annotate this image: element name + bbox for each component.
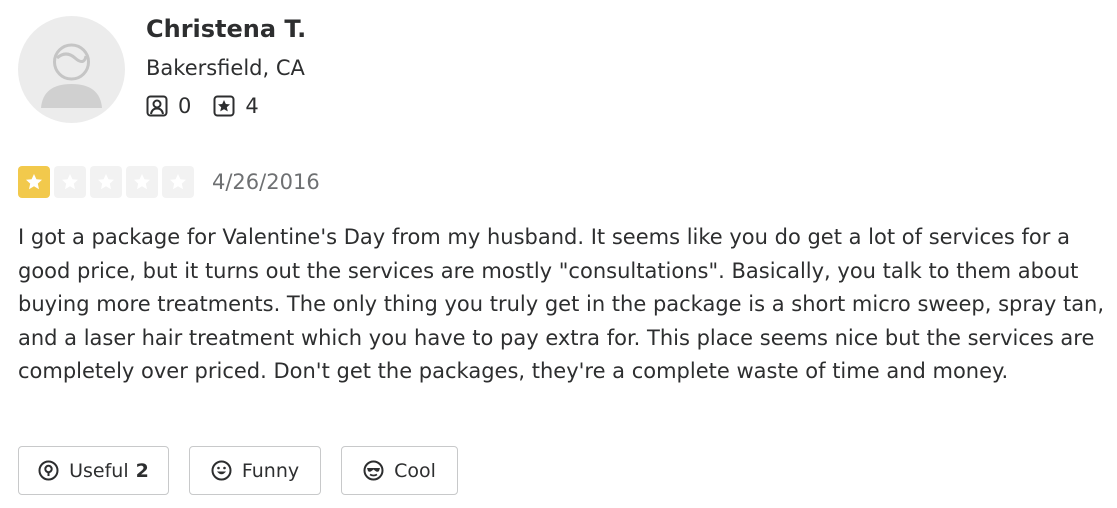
review-date: 4/26/2016 xyxy=(212,170,320,194)
useful-button[interactable]: Useful 2 xyxy=(18,446,169,495)
funny-button[interactable]: Funny xyxy=(189,446,321,495)
cool-label: Cool xyxy=(394,459,436,482)
user-stats: 0 4 xyxy=(146,94,281,118)
star-empty-icon xyxy=(162,166,194,198)
useful-count: 2 xyxy=(135,459,149,482)
lightbulb-icon xyxy=(38,460,59,481)
star-empty-icon xyxy=(54,166,86,198)
avatar[interactable] xyxy=(18,16,125,123)
useful-label: Useful xyxy=(69,459,129,482)
star-empty-icon xyxy=(126,166,158,198)
user-location: Bakersfield, CA xyxy=(146,56,305,80)
funny-label: Funny xyxy=(241,459,300,482)
user-name[interactable]: Christena T. xyxy=(146,15,306,43)
reviews-count: 4 xyxy=(245,94,259,118)
cool-button[interactable]: Cool xyxy=(341,446,458,495)
review-actions: Useful 2 Funny Cool xyxy=(18,446,458,495)
star-rating xyxy=(18,166,198,198)
smiley-icon xyxy=(211,460,232,481)
friends-icon xyxy=(146,95,168,117)
star-filled-icon xyxy=(18,166,50,198)
friends-count: 0 xyxy=(178,94,192,118)
default-user-icon xyxy=(41,43,102,108)
reviews-stat: 4 xyxy=(213,94,259,118)
sunglasses-icon xyxy=(363,460,384,481)
friends-stat: 0 xyxy=(146,94,191,118)
review-text: I got a package for Valentine's Day from… xyxy=(18,225,1105,383)
rating-row: 4/26/2016 xyxy=(18,166,320,198)
star-empty-icon xyxy=(90,166,122,198)
review-star-icon xyxy=(213,95,235,117)
